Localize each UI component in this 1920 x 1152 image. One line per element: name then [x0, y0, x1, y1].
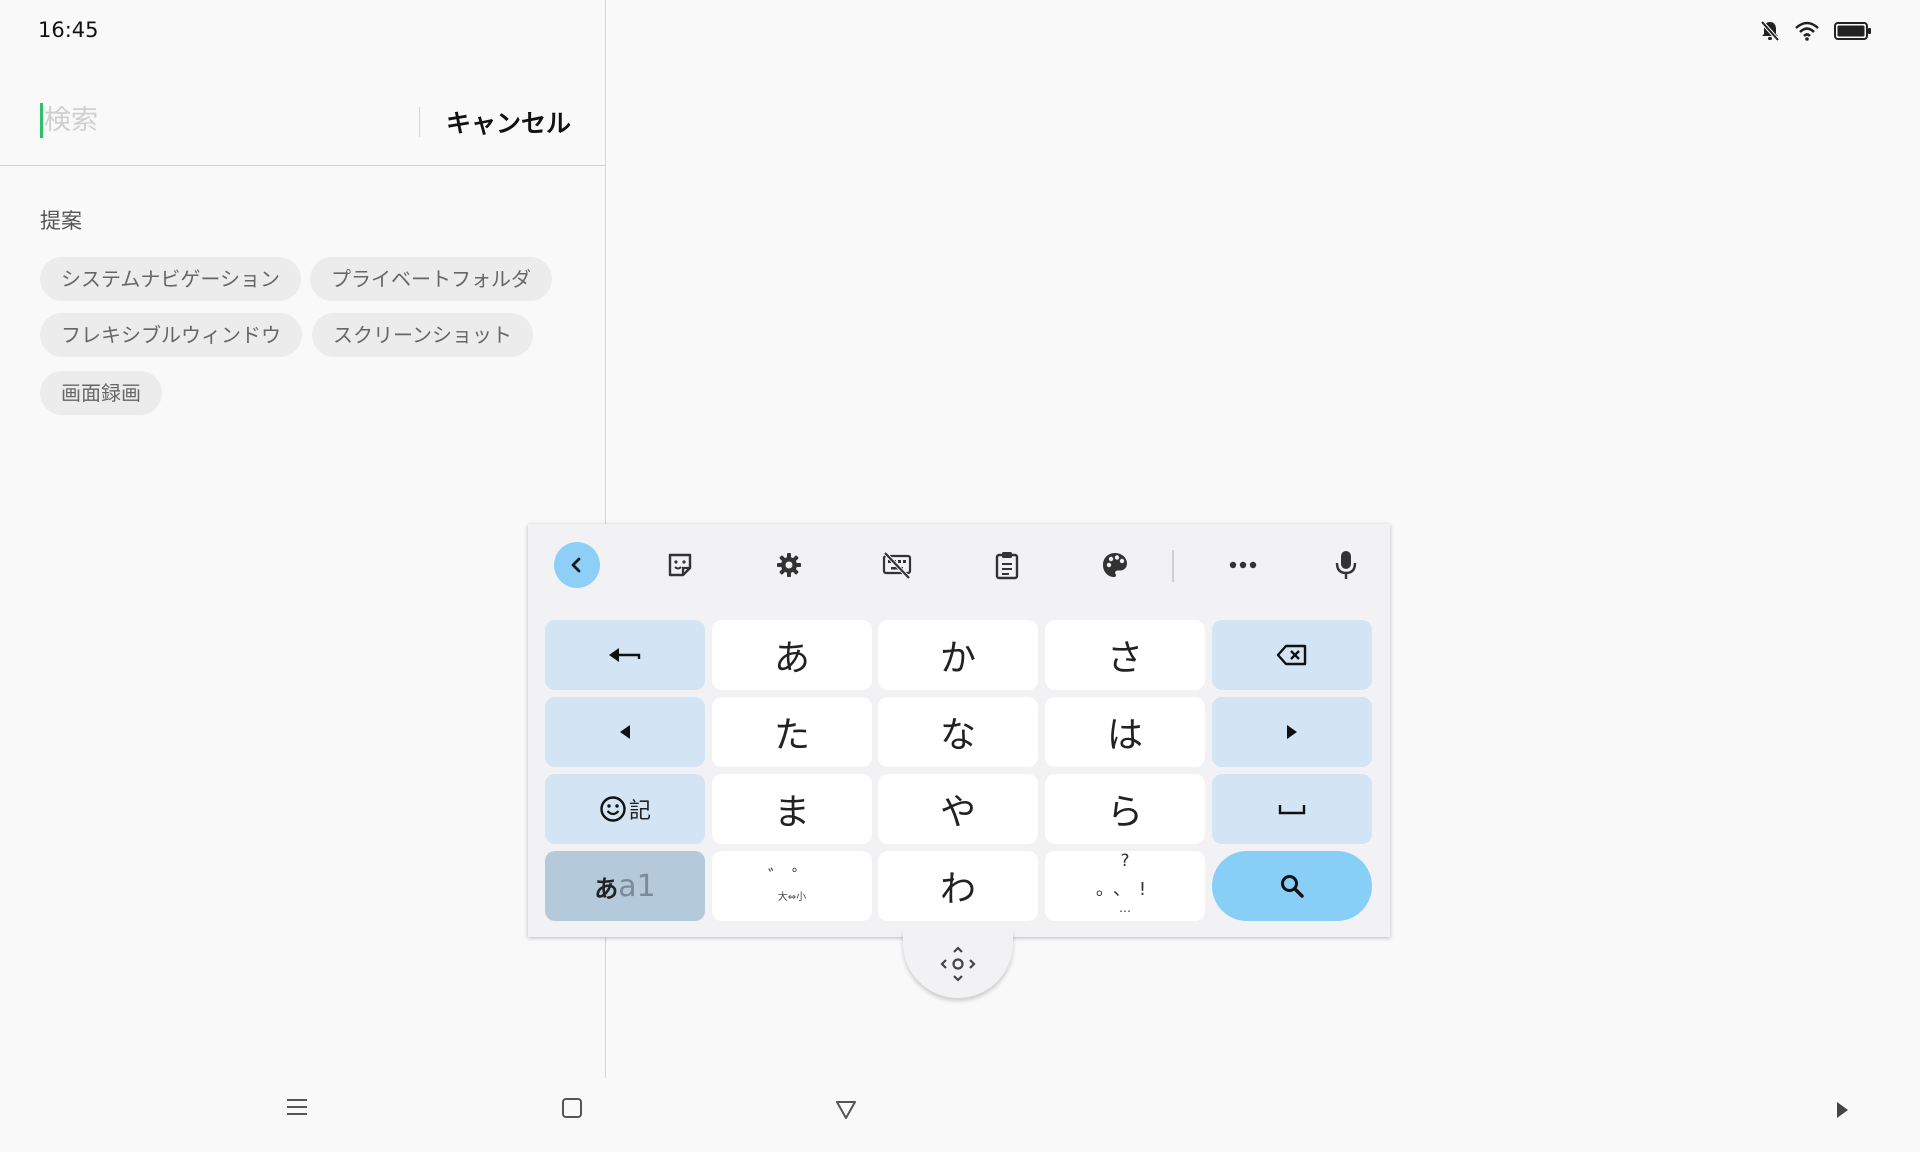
suggestion-chip[interactable]: スクリーンショット: [312, 313, 533, 357]
key-sa[interactable]: さ: [1045, 620, 1205, 690]
back-triangle-icon: [836, 1101, 856, 1119]
battery-icon: [1834, 22, 1871, 40]
size-toggle-label: 大⇔小: [777, 892, 807, 903]
kigo-label: 記: [628, 799, 651, 824]
dakuten-key[interactable]: ゛゜ 大⇔小: [712, 851, 872, 921]
undo-arrow-icon: [609, 648, 641, 662]
menu-icon: [287, 1099, 307, 1115]
key-ra[interactable]: ら: [1045, 774, 1205, 844]
hide-keyboard-button[interactable]: [874, 542, 920, 588]
space-key[interactable]: [1212, 774, 1372, 844]
punct-question-label: ?: [1120, 851, 1130, 871]
nav-expand-button[interactable]: [1834, 1100, 1850, 1124]
status-time: 16:45: [38, 18, 99, 42]
suggestion-chip[interactable]: システムナビゲーション: [40, 257, 301, 301]
key-ya[interactable]: や: [878, 774, 1038, 844]
triangle-left-icon: [620, 725, 630, 739]
emoji-symbol-group: 記: [599, 793, 651, 825]
keyboard-off-icon: [882, 551, 912, 580]
cursor-left-key[interactable]: [545, 697, 705, 767]
home-square-icon: [562, 1098, 582, 1118]
suggestion-chip[interactable]: プライベートフォルダ: [310, 257, 552, 301]
punct-ellipsis-label: …: [1119, 901, 1131, 915]
bell-off-icon: [1760, 20, 1780, 42]
recents-nav-button[interactable]: [285, 1096, 309, 1122]
punct-main-label: 。、!: [1095, 879, 1155, 900]
more-icon: [1229, 561, 1257, 569]
mode-alpha-label: a1: [618, 868, 656, 904]
search-icon: [1281, 875, 1304, 898]
cursor-right-key[interactable]: [1212, 697, 1372, 767]
dakuten-label: ゛゜: [768, 867, 816, 888]
search-divider: [419, 107, 420, 137]
keyboard-back-button[interactable]: [554, 542, 600, 588]
home-nav-button[interactable]: [560, 1096, 584, 1124]
clipboard-button[interactable]: [984, 542, 1030, 588]
sticker-button[interactable]: [657, 542, 703, 588]
floating-keyboard: あ か さ た な は 記 ま や ら あ a1 ゛゜ 大⇔小 わ ? 。、! …: [528, 524, 1390, 937]
punctuation-key[interactable]: ? 。、! …: [1045, 851, 1205, 921]
clipboard-icon: [995, 552, 1019, 580]
emoji-symbol-key[interactable]: 記: [545, 774, 705, 844]
key-na[interactable]: な: [878, 697, 1038, 767]
backspace-key[interactable]: [1212, 620, 1372, 690]
key-ha[interactable]: は: [1045, 697, 1205, 767]
settings-button[interactable]: [766, 542, 812, 588]
space-icon: [1278, 805, 1306, 815]
voice-input-button[interactable]: [1323, 542, 1369, 588]
backspace-icon: [1276, 644, 1307, 666]
key-ma[interactable]: ま: [712, 774, 872, 844]
sticker-icon: [668, 553, 692, 577]
key-wa[interactable]: わ: [878, 851, 1038, 921]
text-cursor: [40, 103, 43, 138]
play-icon: [1837, 1102, 1848, 1118]
search-key[interactable]: [1212, 851, 1372, 921]
header-divider: [0, 165, 606, 166]
toolbar-divider: [1172, 550, 1174, 582]
triangle-right-icon: [1287, 725, 1297, 739]
key-ta[interactable]: た: [712, 697, 872, 767]
cancel-button[interactable]: キャンセル: [446, 104, 571, 140]
suggestion-chip[interactable]: フレキシブルウィンドウ: [40, 313, 302, 357]
mode-kana-label: あ: [594, 874, 619, 903]
gear-icon: [777, 553, 801, 577]
undo-key[interactable]: [545, 620, 705, 690]
key-a[interactable]: あ: [712, 620, 872, 690]
wifi-icon: [1795, 21, 1819, 41]
input-mode-key[interactable]: あ a1: [545, 851, 705, 921]
status-icons: [1760, 20, 1872, 42]
keyboard-move-handle[interactable]: [903, 930, 1013, 998]
suggestion-chip[interactable]: 画面録画: [40, 371, 162, 415]
more-button[interactable]: [1220, 542, 1266, 588]
palette-icon: [1103, 553, 1127, 577]
suggestions-title: 提案: [40, 209, 82, 233]
search-input[interactable]: [44, 98, 404, 143]
smiley-icon: [600, 796, 626, 822]
chevron-left-icon: [571, 557, 581, 573]
back-nav-button[interactable]: [834, 1098, 858, 1126]
move-arrows-icon: [940, 946, 976, 982]
microphone-icon: [1335, 551, 1357, 579]
key-ka[interactable]: か: [878, 620, 1038, 690]
theme-button[interactable]: [1092, 542, 1138, 588]
